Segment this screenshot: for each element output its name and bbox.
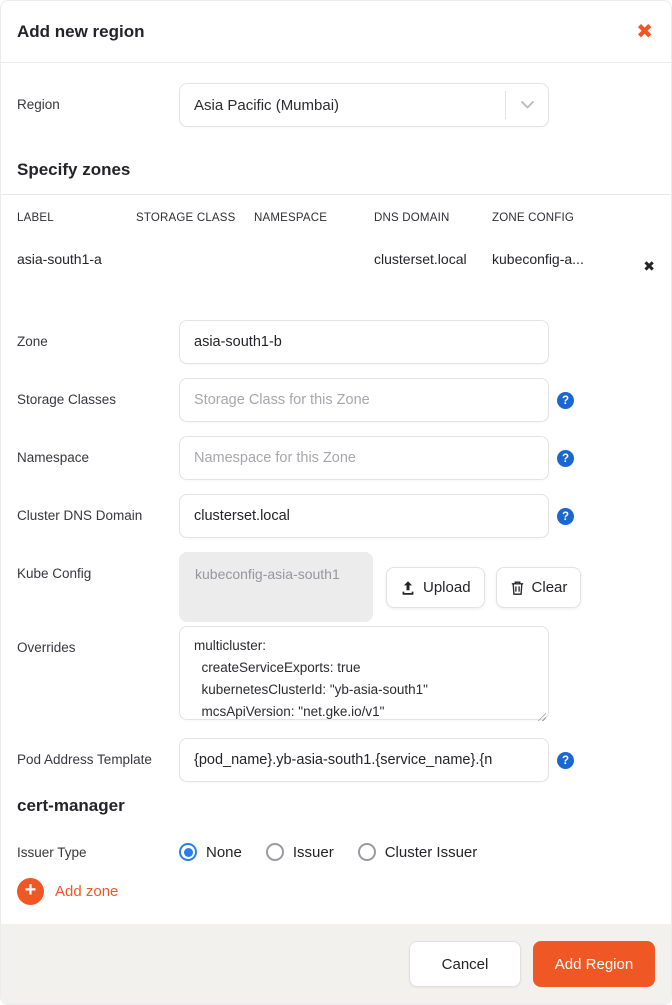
table-row: asia-south1-a clusterset.local kubeconfi…	[1, 224, 671, 297]
close-icon[interactable]: ✖	[636, 22, 653, 42]
cert-manager-heading: cert-manager	[17, 796, 125, 815]
zones-table-header: LABEL STORAGE CLASS NAMESPACE DNS DOMAIN…	[1, 195, 671, 224]
col-namespace: NAMESPACE	[254, 212, 328, 224]
region-select-value: Asia Pacific (Mumbai)	[194, 96, 340, 114]
clear-button[interactable]: Clear	[495, 567, 582, 608]
add-region-modal: Add new region ✖ Region Asia Pacific (Mu…	[0, 0, 672, 1005]
add-zone-label: Add zone	[55, 882, 119, 900]
add-zone-button[interactable]: + Add zone	[1, 877, 671, 905]
modal-footer: Cancel Add Region	[1, 924, 671, 1004]
issuer-type-row: Issuer Type None Issuer Cluster Issuer	[1, 832, 671, 862]
zones-table: LABEL STORAGE CLASS NAMESPACE DNS DOMAIN…	[1, 194, 671, 297]
storage-classes-label: Storage Classes	[17, 392, 117, 407]
trash-icon	[510, 580, 525, 596]
help-icon[interactable]: ?	[557, 508, 574, 525]
pod-address-input[interactable]	[179, 738, 549, 782]
cell-dns-domain: clusterset.local	[374, 251, 467, 267]
upload-button[interactable]: Upload	[386, 567, 485, 608]
overrides-label: Overrides	[17, 640, 76, 655]
chevron-down-icon[interactable]	[506, 101, 548, 109]
kube-config-label: Kube Config	[17, 566, 92, 581]
overrides-wrap: multicluster: createServiceExports: true…	[179, 626, 549, 725]
radio-label: Issuer	[292, 843, 334, 861]
radio-icon[interactable]	[357, 843, 376, 861]
modal-body: Region Asia Pacific (Mumbai) Specify zon…	[1, 63, 671, 924]
zone-input[interactable]	[179, 320, 549, 364]
pod-address-row: Pod Address Template ?	[1, 738, 671, 782]
pod-address-label: Pod Address Template	[17, 752, 152, 767]
help-icon[interactable]: ?	[557, 752, 574, 769]
dns-domain-input[interactable]	[179, 494, 549, 538]
namespace-row: Namespace ?	[1, 436, 671, 480]
cell-namespace	[254, 251, 374, 275]
upload-icon	[400, 580, 416, 596]
radio-label: Cluster Issuer	[384, 843, 478, 861]
zone-label: Zone	[17, 334, 48, 349]
cell-label: asia-south1-a	[17, 251, 102, 267]
col-zone-config: ZONE CONFIG	[492, 212, 575, 224]
radio-label: None	[206, 843, 242, 861]
clear-button-label: Clear	[531, 579, 568, 596]
kube-config-buttons: Upload Clear	[386, 567, 582, 608]
cell-zone-config: kubeconfig-a...	[492, 251, 584, 267]
cancel-button[interactable]: Cancel	[409, 941, 521, 987]
storage-classes-input[interactable]	[179, 378, 549, 422]
cell-storage-class	[136, 251, 254, 275]
region-select[interactable]: Asia Pacific (Mumbai)	[179, 83, 549, 127]
modal-header: Add new region ✖	[1, 1, 671, 63]
help-icon[interactable]: ?	[557, 450, 574, 467]
storage-classes-row: Storage Classes ?	[1, 378, 671, 422]
radio-option-cluster-issuer[interactable]: Cluster Issuer	[357, 843, 478, 861]
dns-domain-label: Cluster DNS Domain	[17, 508, 143, 523]
dns-domain-row: Cluster DNS Domain ?	[1, 494, 671, 538]
upload-button-label: Upload	[423, 579, 471, 596]
radio-option-issuer[interactable]: Issuer	[265, 843, 334, 861]
overrides-row: Overrides multicluster: createServiceExp…	[1, 626, 671, 725]
col-label: LABEL	[17, 212, 54, 224]
kube-config-filename: kubeconfig-asia-south1	[179, 552, 373, 622]
help-icon[interactable]: ?	[557, 392, 574, 409]
plus-icon: +	[17, 877, 44, 905]
add-region-button[interactable]: Add Region	[533, 941, 655, 987]
namespace-label: Namespace	[17, 450, 90, 465]
zone-row: Zone	[1, 320, 671, 364]
specify-zones-heading: Specify zones	[17, 160, 131, 179]
delete-row-icon[interactable]: ✖	[613, 251, 655, 275]
radio-icon[interactable]	[265, 843, 284, 861]
namespace-input[interactable]	[179, 436, 549, 480]
modal-title: Add new region	[17, 21, 145, 41]
issuer-type-label: Issuer Type	[17, 845, 87, 860]
radio-icon[interactable]	[179, 843, 197, 861]
radio-option-none[interactable]: None	[179, 843, 242, 861]
overrides-textarea[interactable]: multicluster: createServiceExports: true…	[179, 626, 549, 720]
region-label: Region	[17, 97, 60, 112]
kube-config-row: Kube Config kubeconfig-asia-south1 Uploa…	[1, 552, 671, 622]
region-row: Region Asia Pacific (Mumbai)	[1, 83, 671, 127]
zone-form: Zone Storage Classes ? Namespace ? Clust…	[1, 297, 671, 905]
col-dns-domain: DNS DOMAIN	[374, 212, 450, 224]
col-storage-class: STORAGE CLASS	[136, 212, 236, 224]
issuer-type-radio-group: None Issuer Cluster Issuer	[179, 832, 477, 861]
